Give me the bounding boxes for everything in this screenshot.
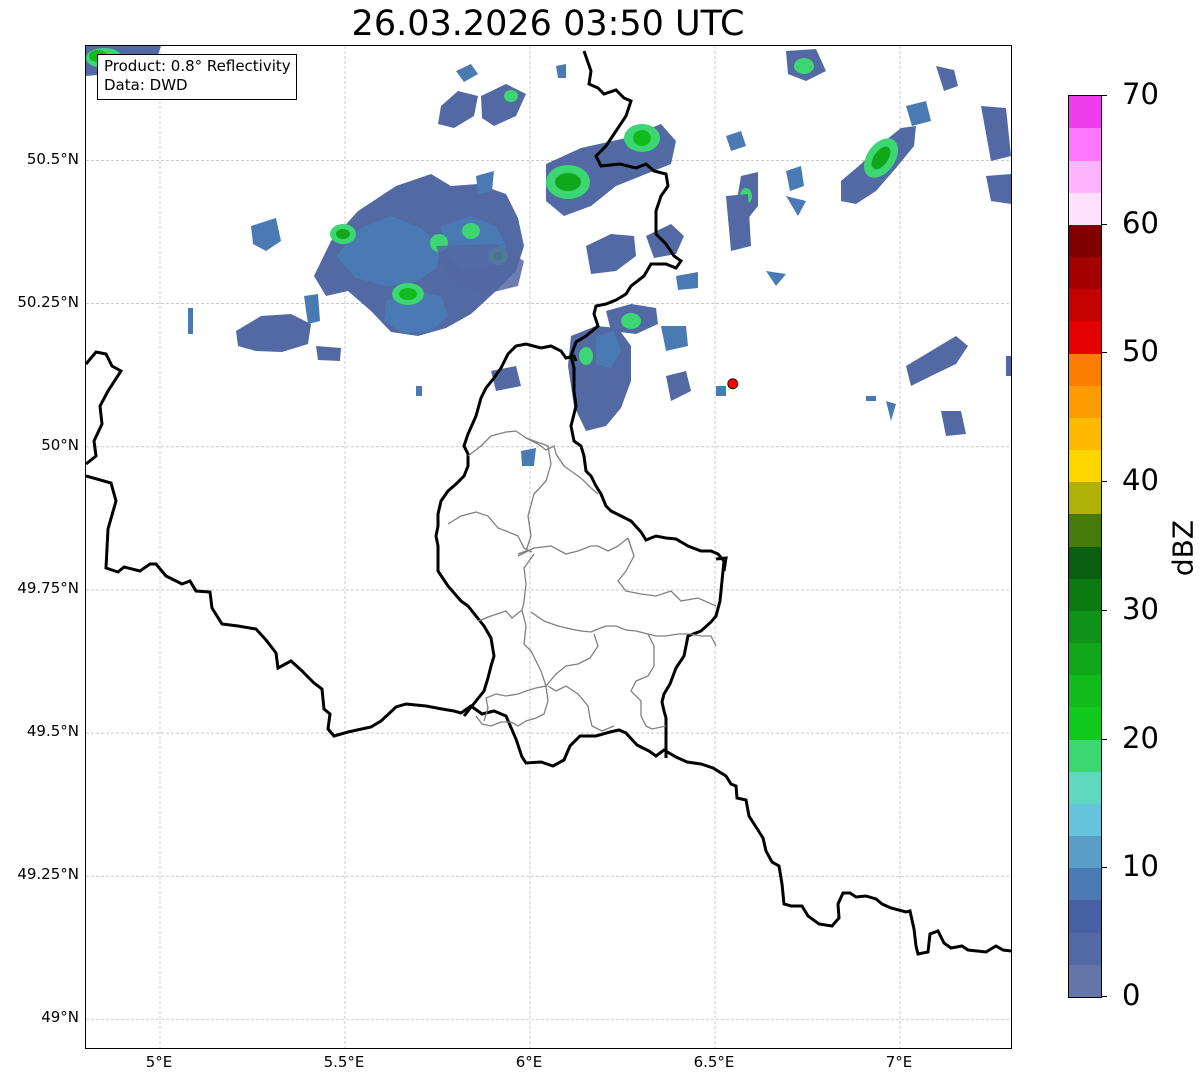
colorbar-segment xyxy=(1069,836,1101,869)
map-title: 26.03.2026 03:50 UTC xyxy=(351,4,745,44)
colorbar-tick-label: 50 xyxy=(1122,334,1159,369)
colorbar-segment xyxy=(1069,868,1101,901)
colorbar-segment xyxy=(1069,482,1101,515)
lat-tick-label: 49°N xyxy=(41,1008,79,1027)
colorbar-tick-mark xyxy=(1101,738,1107,740)
colorbar-label: dBZ xyxy=(1166,519,1200,577)
colorbar-segment xyxy=(1069,932,1101,965)
colorbar-segment xyxy=(1069,900,1101,933)
lat-tick-label: 50°N xyxy=(41,435,79,454)
lux-canton-borders xyxy=(447,430,717,732)
colorbar-tick-label: 30 xyxy=(1122,591,1159,626)
colorbar-segment xyxy=(1069,257,1101,290)
colorbar-segment xyxy=(1069,707,1101,740)
colorbar-segment xyxy=(1069,353,1101,386)
lon-tick-label: 6.5°E xyxy=(693,1053,735,1071)
lat-tick-label: 49.75°N xyxy=(17,578,79,597)
echo-cluster-ardennes xyxy=(188,174,524,361)
radar-map xyxy=(85,45,1012,1049)
colorbar-segment xyxy=(1069,385,1101,418)
colorbar-segment xyxy=(1069,643,1101,676)
radar-site-marker xyxy=(727,378,739,390)
colorbar-tick-label: 70 xyxy=(1122,77,1159,111)
data-source-label: Data: DWD xyxy=(104,76,188,94)
colorbar-segment xyxy=(1069,192,1101,225)
colorbar-tick-mark xyxy=(1101,609,1107,611)
echo-cluster-ne xyxy=(726,49,1011,436)
lat-tick-label: 49.5°N xyxy=(26,722,79,741)
colorbar-segment xyxy=(1069,739,1101,772)
lat-tick-label: 49.25°N xyxy=(17,865,79,884)
colorbar-segment xyxy=(1069,771,1101,804)
colorbar-tick-mark xyxy=(1101,223,1107,225)
lon-tick-label: 7°E xyxy=(885,1053,913,1071)
colorbar-segment xyxy=(1069,289,1101,322)
colorbar-tick-mark xyxy=(1101,352,1107,354)
colorbar-segment xyxy=(1069,128,1101,161)
colorbar-tick-label: 20 xyxy=(1122,720,1159,755)
colorbar-segment xyxy=(1069,610,1101,644)
colorbar-segment xyxy=(1069,546,1101,579)
product-label: Product: 0.8° Reflectivity xyxy=(104,57,291,75)
colorbar-tick-label: 60 xyxy=(1122,205,1159,240)
map-canvas xyxy=(86,46,1011,1048)
colorbar-segment xyxy=(1069,450,1101,483)
colorbar-segment xyxy=(1069,514,1101,547)
colorbar-segment xyxy=(1069,578,1101,611)
lon-tick-label: 6°E xyxy=(515,1053,543,1071)
radar-echoes xyxy=(86,46,1011,466)
colorbar-segment xyxy=(1069,675,1101,708)
colorbar-tick-mark xyxy=(1101,481,1107,483)
colorbar-segment xyxy=(1069,803,1101,837)
lon-tick-label: 5.5°E xyxy=(323,1053,365,1071)
colorbar-segment xyxy=(1069,96,1101,129)
colorbar-segment xyxy=(1069,321,1101,354)
colorbar-tick-mark xyxy=(1101,867,1107,869)
colorbar-tick-label: 0 xyxy=(1122,978,1141,1012)
lat-tick-label: 50.25°N xyxy=(17,292,79,311)
colorbar xyxy=(1068,95,1102,998)
colorbar-segment xyxy=(1069,417,1101,451)
colorbar-tick-mark xyxy=(1101,996,1107,997)
echo-cluster-eifel xyxy=(546,124,804,290)
colorbar-segment xyxy=(1069,160,1101,193)
lon-tick-label: 5°E xyxy=(145,1053,173,1071)
info-box: Product: 0.8° Reflectivity Data: DWD xyxy=(97,54,297,100)
colorbar-segment xyxy=(1069,964,1101,997)
lat-tick-label: 50.5°N xyxy=(26,149,79,168)
colorbar-tick-label: 10 xyxy=(1122,849,1159,884)
colorbar-segment xyxy=(1069,224,1101,258)
colorbar-tick-label: 40 xyxy=(1122,463,1159,498)
colorbar-tick-mark xyxy=(1101,95,1107,96)
